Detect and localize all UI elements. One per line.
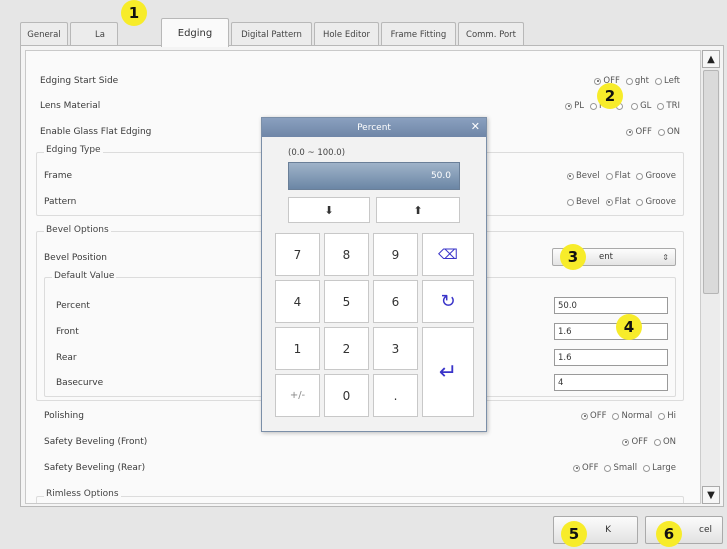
polishing-label: Polishing <box>44 411 84 421</box>
key-1[interactable]: 1 <box>275 327 320 370</box>
lens-material-row: Lens Material PL PC GL TRI <box>40 97 680 115</box>
tab-frame-fitting[interactable]: Frame Fitting <box>381 22 456 46</box>
percent-label: Percent <box>56 301 90 311</box>
radio-polishing-off[interactable]: OFF <box>581 411 606 421</box>
radio-safety-rear-small[interactable]: Small <box>604 463 637 473</box>
key-5[interactable]: 5 <box>324 280 369 323</box>
dialog-title: Percent <box>357 122 391 133</box>
radio-material-tri[interactable]: TRI <box>657 101 680 111</box>
pattern-label: Pattern <box>44 197 77 207</box>
enter-icon: ↵ <box>438 359 458 385</box>
radio-start-right[interactable]: ght <box>625 76 649 86</box>
vertical-scrollbar[interactable]: ▲ ▼ <box>700 50 720 504</box>
bevel-position-label: Bevel Position <box>44 253 107 263</box>
key-decimal[interactable]: . <box>373 374 418 417</box>
enter-button[interactable]: ↵ <box>422 327 474 417</box>
key-3[interactable]: 3 <box>373 327 418 370</box>
percent-keypad-dialog: Percent ✕ (0.0 ~ 100.0) 50.0 ⬇ ⬆ 7 8 9 ⌫… <box>261 117 487 432</box>
basecurve-label: Basecurve <box>56 378 104 388</box>
sign-toggle-button[interactable]: +/- <box>275 374 320 417</box>
radio-glass-flat-off[interactable]: OFF <box>626 127 652 137</box>
radio-frame-groove[interactable]: Groove <box>636 171 676 181</box>
tab-hole-editor[interactable]: Hole Editor <box>314 22 379 46</box>
tab-la[interactable]: La <box>70 22 118 46</box>
annotation-marker-1: 1 <box>121 0 147 26</box>
annotation-marker-6: 6 <box>656 521 682 547</box>
backspace-icon: ⌫ <box>438 246 458 263</box>
key-2[interactable]: 2 <box>324 327 369 370</box>
tab-comm-port[interactable]: Comm. Port <box>458 22 524 46</box>
rear-label: Rear <box>56 353 77 363</box>
front-label: Front <box>56 327 79 337</box>
scroll-up-button[interactable]: ▲ <box>702 50 720 68</box>
key-0[interactable]: 0 <box>324 374 369 417</box>
key-9[interactable]: 9 <box>373 233 418 276</box>
value-range-label: (0.0 ~ 100.0) <box>288 148 346 158</box>
arrow-up-icon: ⬆ <box>413 203 423 217</box>
dropdown-arrow-icon: ⇕ <box>662 252 669 262</box>
radio-frame-flat[interactable]: Flat <box>605 171 630 181</box>
close-icon[interactable]: ✕ <box>471 120 480 133</box>
tab-digital-pattern[interactable]: Digital Pattern <box>231 22 312 46</box>
radio-safety-rear-off[interactable]: OFF <box>573 463 598 473</box>
radio-polishing-hi[interactable]: Hi <box>658 411 676 421</box>
front-field[interactable]: 1.6 <box>554 323 668 340</box>
radio-pattern-bevel[interactable]: Bevel <box>566 197 600 207</box>
bevel-options-title: Bevel Options <box>44 225 111 235</box>
rear-field[interactable]: 1.6 <box>554 349 668 366</box>
edging-start-side-label: Edging Start Side <box>40 76 119 86</box>
reset-button[interactable]: ↻ <box>422 280 474 323</box>
value-display[interactable]: 50.0 <box>288 162 460 190</box>
increase-button[interactable]: ⬆ <box>376 197 460 223</box>
percent-field[interactable]: 50.0 <box>554 297 668 314</box>
radio-safety-front-off[interactable]: OFF <box>622 437 648 447</box>
scroll-down-button[interactable]: ▼ <box>702 486 720 504</box>
key-7[interactable]: 7 <box>275 233 320 276</box>
basecurve-field[interactable]: 4 <box>554 374 668 391</box>
radio-pattern-flat[interactable]: Flat <box>605 197 630 207</box>
tab-general[interactable]: General <box>20 22 68 46</box>
rimless-options-group <box>36 496 684 503</box>
radio-start-left[interactable]: Left <box>655 76 680 86</box>
annotation-marker-5: 5 <box>561 521 587 547</box>
radio-frame-bevel[interactable]: Bevel <box>566 171 600 181</box>
frame-label: Frame <box>44 171 73 181</box>
radio-polishing-normal[interactable]: Normal <box>612 411 652 421</box>
lens-material-label: Lens Material <box>40 101 101 111</box>
tab-edging[interactable]: Edging <box>161 18 229 47</box>
radio-material-gl[interactable]: GL <box>631 101 651 111</box>
arrow-down-icon: ⬇ <box>324 203 334 217</box>
backspace-button[interactable]: ⌫ <box>422 233 474 276</box>
safety-rear-row: Safety Beveling (Rear) OFF Small Large <box>44 459 676 477</box>
key-6[interactable]: 6 <box>373 280 418 323</box>
radio-pattern-groove[interactable]: Groove <box>636 197 676 207</box>
safety-front-row: Safety Beveling (Front) OFF ON <box>44 433 676 451</box>
edging-start-side-row: Edging Start Side OFF ght Left <box>40 72 680 90</box>
radio-material-pl[interactable]: PL <box>565 101 584 111</box>
key-8[interactable]: 8 <box>324 233 369 276</box>
safety-front-label: Safety Beveling (Front) <box>44 437 148 447</box>
scrollbar-thumb[interactable] <box>703 70 719 294</box>
annotation-marker-3: 3 <box>560 244 586 270</box>
radio-glass-flat-on[interactable]: ON <box>657 127 680 137</box>
annotation-marker-4: 4 <box>616 314 642 340</box>
key-4[interactable]: 4 <box>275 280 320 323</box>
edging-type-title: Edging Type <box>44 145 103 155</box>
decrease-button[interactable]: ⬇ <box>288 197 370 223</box>
radio-safety-front-on[interactable]: ON <box>653 437 676 447</box>
dialog-title-bar: Percent ✕ <box>262 118 486 137</box>
default-value-title: Default Value <box>52 271 117 281</box>
glass-flat-label: Enable Glass Flat Edging <box>40 127 152 137</box>
radio-safety-rear-large[interactable]: Large <box>643 463 676 473</box>
rimless-options-title: Rimless Options <box>44 489 121 499</box>
safety-rear-label: Safety Beveling (Rear) <box>44 463 146 473</box>
annotation-marker-2: 2 <box>597 83 623 109</box>
refresh-icon: ↻ <box>440 291 456 312</box>
